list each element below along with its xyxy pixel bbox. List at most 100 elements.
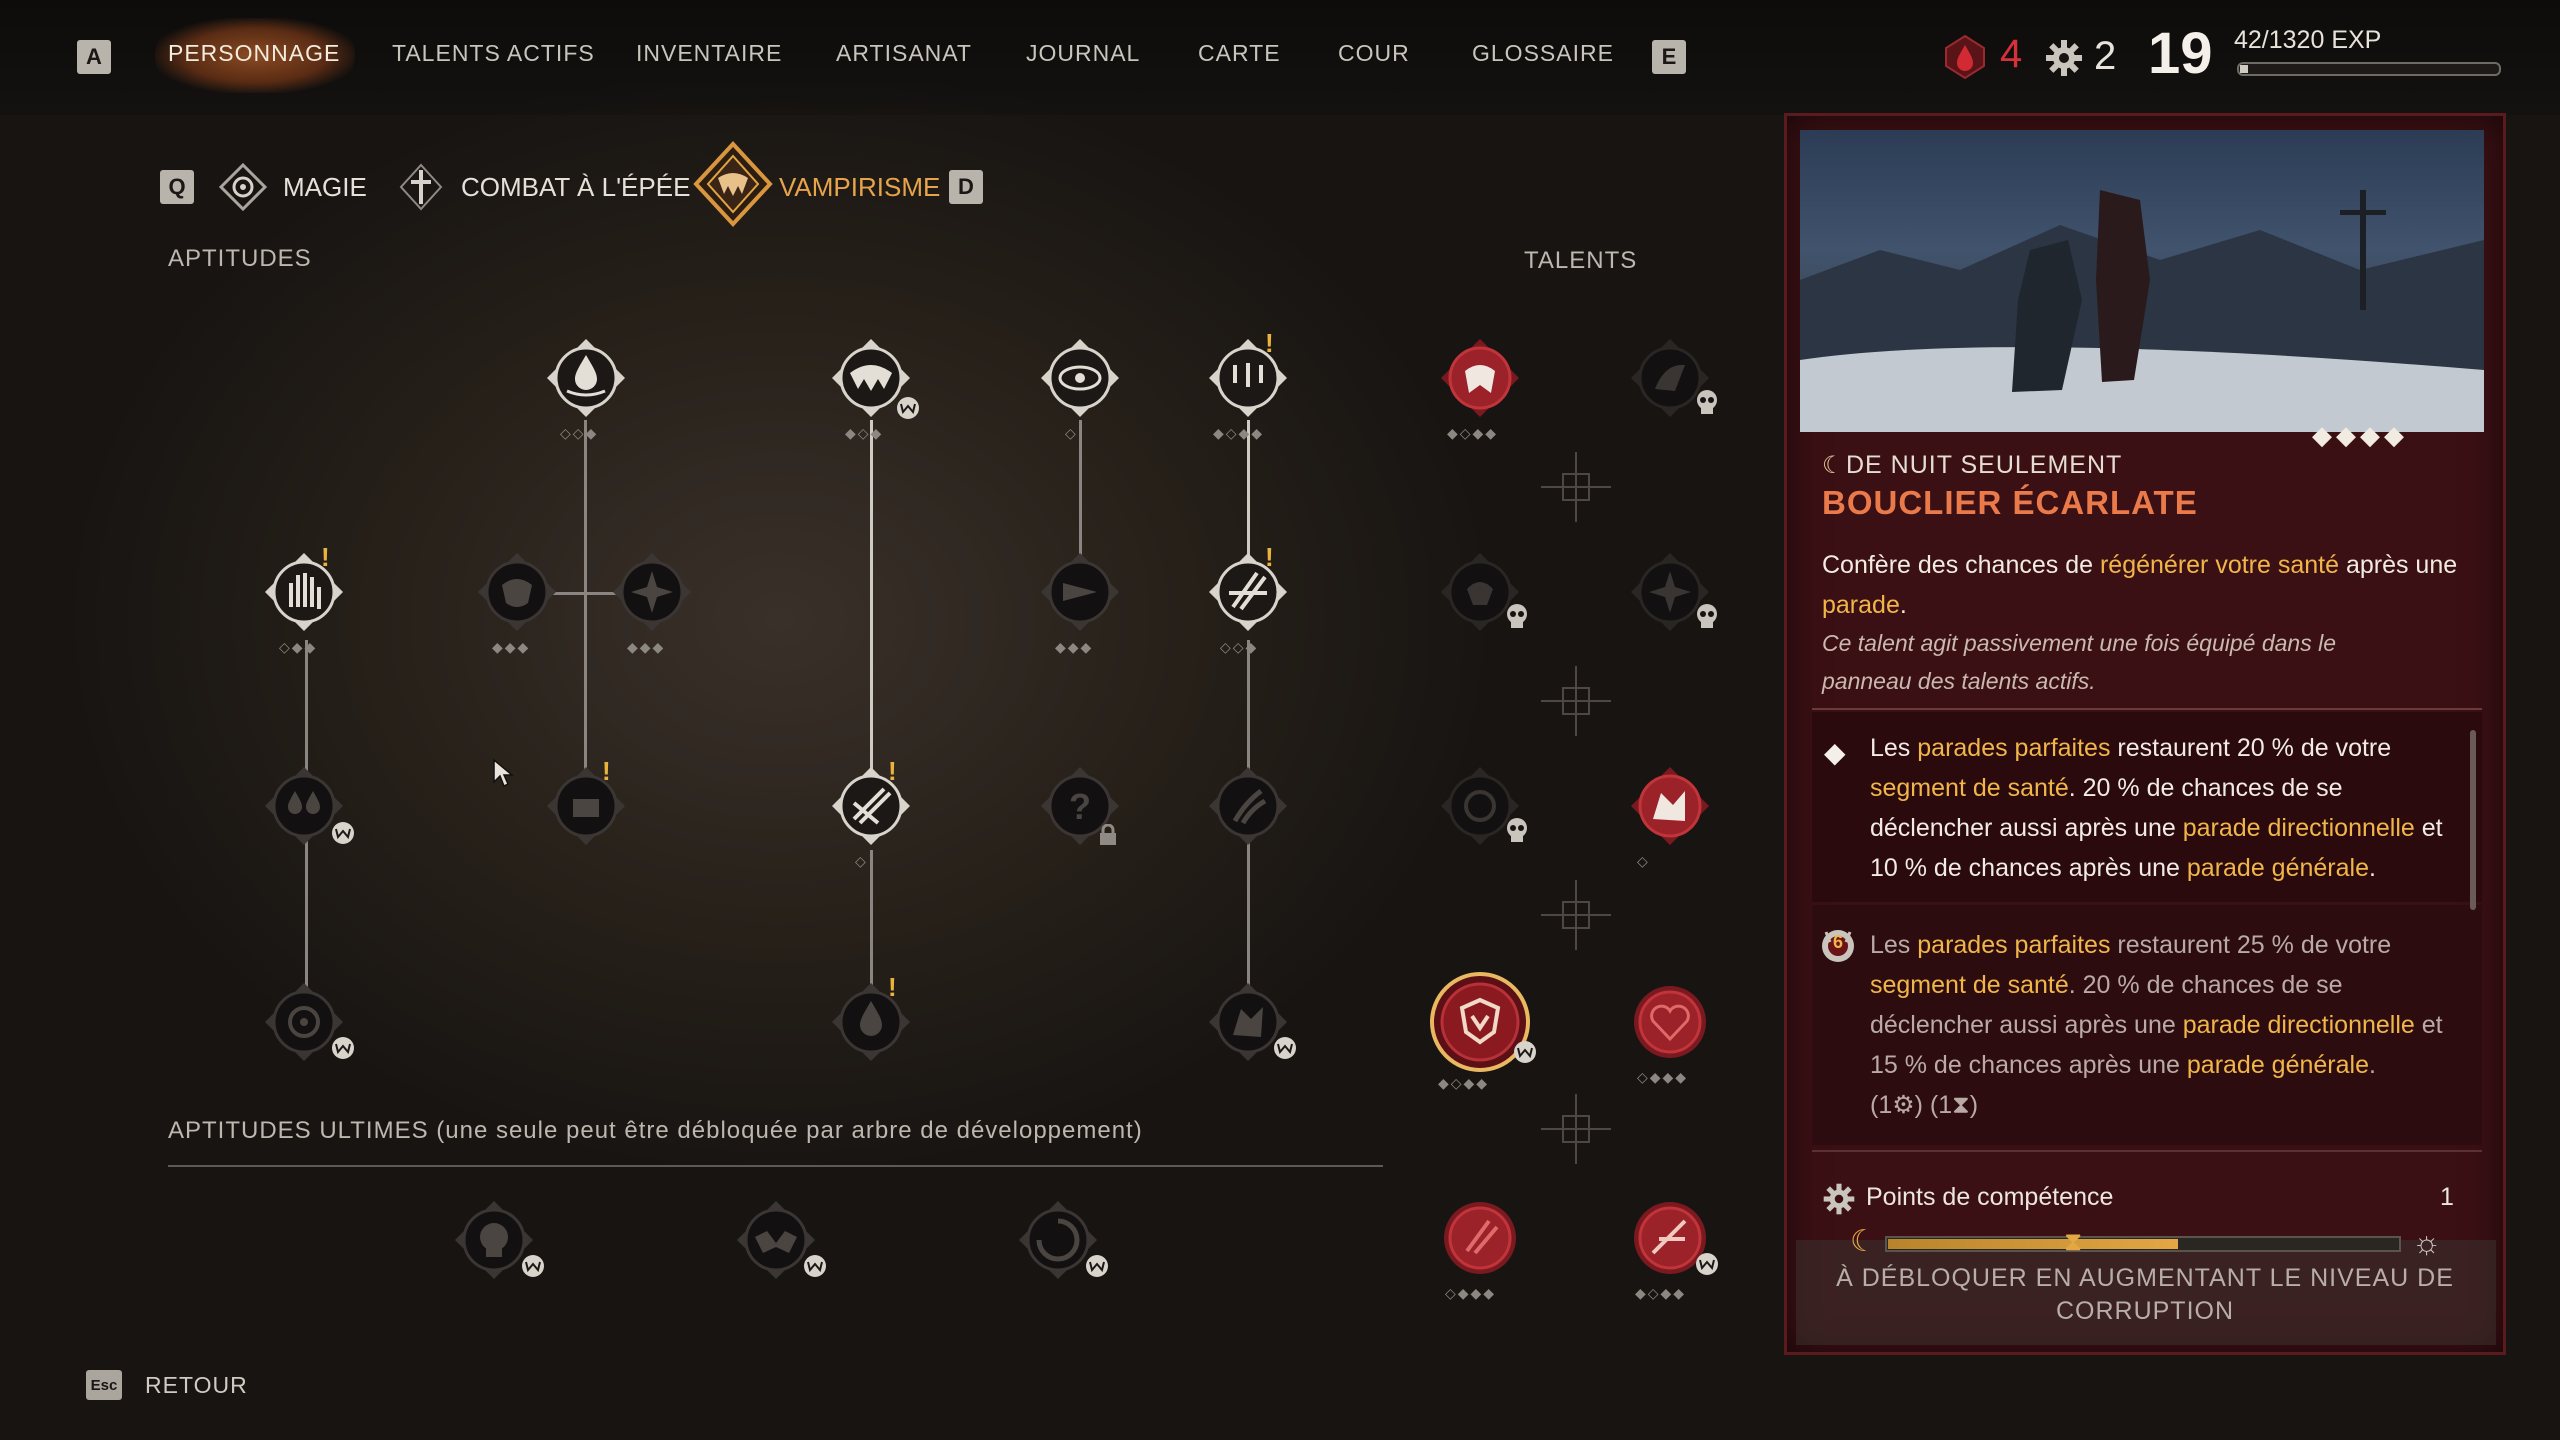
back-button[interactable]: RETOUR	[145, 1372, 248, 1399]
skull-lock-icon	[1692, 600, 1722, 632]
corruption-level-number: 6	[1833, 932, 1844, 952]
hourglass-icon: ⧗	[2064, 1226, 2083, 1256]
subtab-vampirisme[interactable]: VAMPIRISME	[779, 172, 940, 203]
talent-node-roar[interactable]	[1437, 335, 1523, 421]
upgrade-alert-icon: !	[1265, 328, 1274, 358]
key-hint-esc: Esc	[86, 1370, 122, 1400]
blood-drop-icon	[1942, 34, 1988, 80]
blood-points-value: 4	[2000, 32, 2023, 76]
aptitude-node-blood-drop[interactable]	[828, 979, 914, 1065]
tab-carte[interactable]: CARTE	[1198, 40, 1281, 67]
aptitude-node-star[interactable]	[609, 549, 695, 635]
exp-text: 42/1320 EXP	[2234, 26, 2382, 54]
subtab-combat-epee[interactable]: COMBAT À L'ÉPÉE	[461, 172, 690, 203]
panel-divider	[1812, 1150, 2482, 1152]
tree-line	[584, 420, 587, 810]
upgrade-alert-icon: !	[1265, 542, 1274, 572]
skill-points-count: 1	[2440, 1183, 2454, 1211]
exp-bar	[2237, 62, 2501, 76]
level-2-description: Les parades parfaites restaurent 25 % de…	[1870, 931, 2443, 1119]
corruption-paw-icon	[893, 390, 923, 422]
aptitude-node-blood-hand[interactable]	[261, 549, 347, 635]
corruption-paw-icon	[1270, 1030, 1300, 1062]
corruption-paw-icon	[1510, 1034, 1540, 1066]
panel-divider	[1812, 708, 2482, 710]
rank-diamond-icon: ◆	[1824, 737, 1846, 768]
tab-journal[interactable]: JOURNAL	[1026, 40, 1140, 67]
ultimates-divider	[168, 1165, 1383, 1167]
aptitude-node-blood-rain[interactable]	[1205, 335, 1291, 421]
rank-dots: ◇◆◆	[279, 639, 318, 655]
upgrade-alert-icon: !	[888, 972, 897, 1002]
moon-icon: ☾	[1850, 1225, 1877, 1258]
corruption-paw-icon	[1082, 1248, 1112, 1280]
svg-text:?: ?	[1069, 786, 1091, 827]
rank-dots: ◆◇◆◆	[1213, 425, 1265, 441]
upgrade-alert-icon: !	[888, 756, 897, 786]
talent-slot-marker	[1541, 666, 1611, 736]
corruption-paw-icon	[800, 1248, 830, 1280]
talent-node-heart[interactable]	[1627, 979, 1713, 1065]
corruption-paw-icon	[1692, 1246, 1722, 1278]
upgrade-alert-icon: !	[321, 542, 330, 572]
rank-dots: ◇◇◆	[560, 425, 599, 441]
tab-personnage[interactable]: PERSONNAGE	[168, 40, 340, 67]
tab-artisanat[interactable]: ARTISANAT	[836, 40, 972, 67]
rank-dots: ◇◇◆	[1220, 639, 1259, 655]
talent-slot-marker	[1541, 880, 1611, 950]
talent-intro: Confère des chances de régénérer votre s…	[1822, 551, 2458, 619]
aptitude-node-blood-fist[interactable]	[543, 763, 629, 849]
talent-slot-marker	[1541, 452, 1611, 522]
rank-dots: ◆◆◆	[1055, 639, 1094, 655]
tab-cour[interactable]: COUR	[1338, 40, 1410, 67]
key-hint-e: E	[1652, 40, 1686, 74]
subtab-magie[interactable]: MAGIE	[283, 172, 367, 203]
key-hint-d: D	[949, 170, 983, 204]
moon-icon: ☾	[1822, 452, 1844, 479]
aptitude-node-eye[interactable]	[1037, 335, 1123, 421]
skull-lock-icon	[1692, 386, 1722, 418]
rank-dots: ◆◆◆	[492, 639, 531, 655]
rank-dots: ◆◇◆	[845, 425, 884, 441]
skull-lock-icon	[1502, 600, 1532, 632]
rank-dots: ◇◆◆◆	[1445, 1285, 1497, 1301]
mouse-cursor	[492, 758, 515, 788]
tab-talents-actifs[interactable]: TALENTS ACTIFS	[392, 40, 595, 67]
tree-line	[1079, 420, 1082, 560]
skill-point-gear-icon	[2044, 38, 2084, 78]
aptitude-node-talons[interactable]	[1205, 763, 1291, 849]
skill-points-value: 2	[2094, 34, 2117, 78]
key-hint-q: Q	[160, 170, 194, 204]
aptitudes-heading: APTITUDES	[168, 245, 312, 272]
talent-note: Ce talent agit passivement une fois équi…	[1822, 630, 2336, 694]
player-level: 19	[2148, 21, 2213, 86]
tab-glossaire[interactable]: GLOSSAIRE	[1472, 40, 1614, 67]
tab-inventaire[interactable]: INVENTAIRE	[636, 40, 782, 67]
level-1-description: Les parades parfaites restaurent 20 % de…	[1870, 734, 2443, 882]
aptitude-node-beast[interactable]	[474, 549, 560, 635]
aptitude-node-dash[interactable]	[1037, 549, 1123, 635]
magic-icon	[218, 162, 268, 212]
talent-title: BOUCLIER ÉCARLATE	[1822, 484, 2198, 521]
aptitude-node-water[interactable]	[543, 335, 629, 421]
aptitude-node-claws[interactable]	[1205, 549, 1291, 635]
rank-dots: ◇◆◆◆	[1637, 1069, 1689, 1085]
panel-scrollbar[interactable]	[2470, 730, 2476, 910]
talents-heading: TALENTS	[1524, 247, 1638, 274]
corruption-progress-fill	[1888, 1239, 2178, 1249]
talent-slot-marker	[1541, 1094, 1611, 1164]
sword-icon	[398, 162, 444, 212]
talent-node-claw-mark[interactable]	[1437, 1195, 1523, 1281]
aptitude-node-slash[interactable]	[828, 763, 914, 849]
corruption-paw-icon	[328, 815, 358, 847]
skull-lock-icon	[1502, 814, 1532, 846]
lock-icon	[1098, 823, 1118, 846]
rank-dots: ◆◆◆	[627, 639, 666, 655]
rank-dots: ◇	[1637, 853, 1650, 869]
rank-dots: ◆◇◆◆	[1635, 1285, 1687, 1301]
corruption-paw-icon	[518, 1248, 548, 1280]
talent-node-wolf-red[interactable]	[1627, 763, 1713, 849]
corruption-paw-icon	[328, 1030, 358, 1062]
skill-points-label: Points de compétence	[1866, 1183, 2114, 1211]
image-pager-dots[interactable]: ◆◆◆◆	[2312, 420, 2408, 451]
